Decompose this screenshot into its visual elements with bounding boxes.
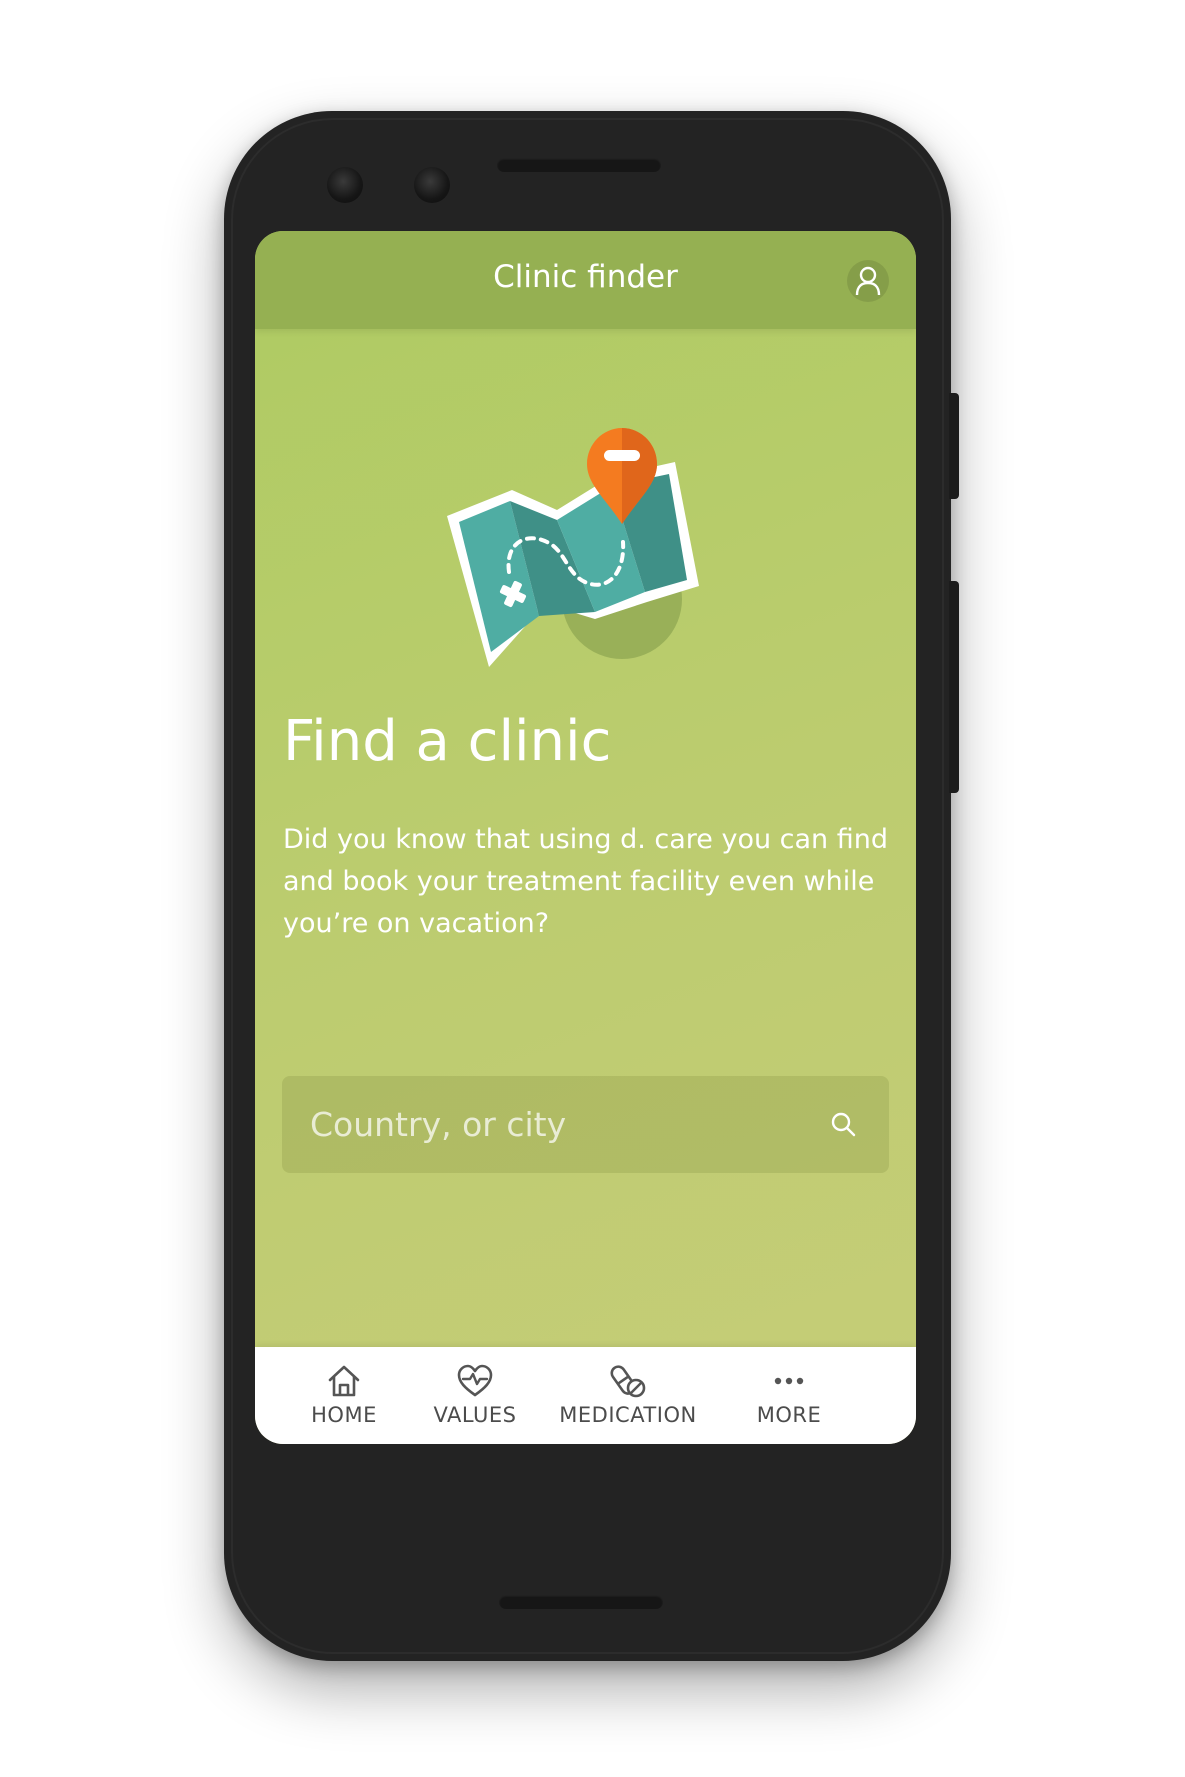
heart-pulse-icon [457, 1364, 493, 1397]
map-with-location-pin-icon [447, 424, 729, 674]
search-bar [282, 1076, 889, 1173]
nav-item-more[interactable]: MORE [744, 1363, 834, 1427]
nav-item-medication[interactable]: MEDICATION [548, 1363, 708, 1427]
bottom-speaker [499, 1595, 663, 1609]
app-screen: Clinic finder Find a clinic Did you know… [255, 231, 916, 1444]
user-profile-icon [855, 266, 881, 296]
volume-button [949, 581, 959, 793]
phone-frame: Clinic finder Find a clinic Did you know… [224, 111, 959, 1661]
section-heading: Find a clinic [283, 709, 612, 774]
nav-label-values: VALUES [433, 1403, 517, 1427]
nav-item-home[interactable]: HOME [302, 1363, 386, 1427]
app-bar: Clinic finder [255, 231, 916, 329]
search-icon[interactable] [830, 1111, 856, 1137]
description-text: Did you know that using d. care you can … [283, 824, 888, 939]
front-camera [327, 167, 363, 203]
search-input[interactable] [282, 1076, 830, 1173]
nav-item-values[interactable]: VALUES [425, 1363, 525, 1427]
page-title: Clinic finder [493, 259, 678, 295]
nav-label-home: HOME [311, 1403, 377, 1427]
profile-button[interactable] [847, 260, 889, 302]
bottom-navigation: HOME VALUES MEDICATION MORE [255, 1347, 916, 1444]
front-sensor [414, 167, 450, 203]
more-dots-icon [774, 1377, 804, 1385]
nav-label-medication: MEDICATION [559, 1403, 697, 1427]
nav-label-more: MORE [756, 1403, 822, 1427]
pills-icon [610, 1365, 646, 1398]
home-icon [328, 1365, 360, 1397]
power-button [949, 393, 959, 499]
earpiece-speaker [497, 158, 661, 172]
page: Clinic finder Find a clinic Did you know… [0, 0, 1185, 1777]
